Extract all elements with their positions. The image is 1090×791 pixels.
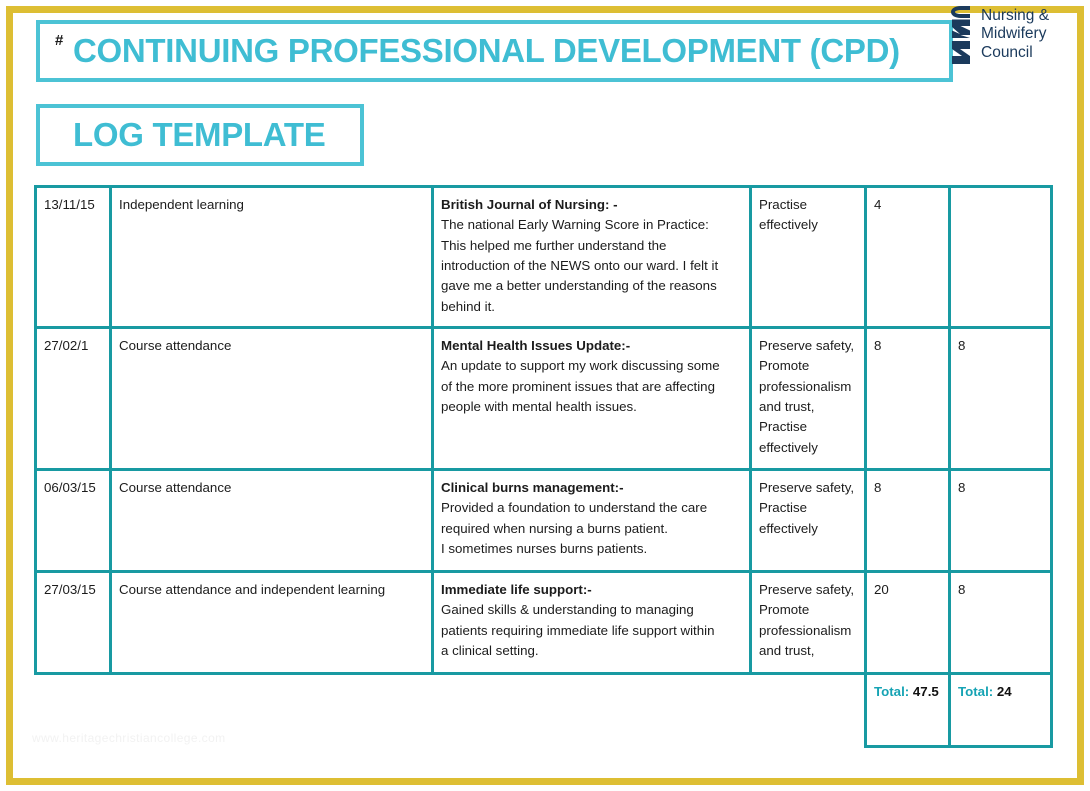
description-line: patients requiring immediate life suppor… [441, 622, 715, 638]
description-line: Gained skills & understanding to managin… [441, 602, 694, 618]
cell-hours[interactable]: 4 [864, 185, 951, 329]
cell-description[interactable]: British Journal of Nursing: - The nation… [431, 185, 752, 329]
description-line: behind it. [441, 298, 495, 314]
description-title: British Journal of Nursing: - [441, 197, 618, 212]
cell-type[interactable]: Independent learning [109, 185, 434, 329]
cell-type[interactable]: Course attendance and independent learni… [109, 570, 434, 675]
cell-type[interactable]: Course attendance [109, 468, 434, 573]
cell-participatory-hours[interactable]: 8 [948, 326, 1053, 471]
cell-hours[interactable]: 8 [864, 468, 951, 573]
cell-description[interactable]: Immediate life support:- Gained skills &… [431, 570, 752, 675]
site-watermark: www.heritagechristiancollege.com [32, 731, 226, 745]
totals-spacer-code [751, 674, 866, 747]
cell-description[interactable]: Mental Health Issues Update:- An update … [431, 326, 752, 471]
total-participatory-value: 24 [996, 684, 1012, 699]
table-row[interactable]: 27/02/1 Course attendance Mental Health … [34, 326, 1053, 471]
total-participatory-cell[interactable]: Total: 24 [948, 672, 1053, 748]
nmc-monogram-icon [948, 6, 974, 68]
cell-date[interactable]: 06/03/15 [34, 468, 112, 573]
description-line: An update to support my work discussing … [441, 358, 720, 374]
description-line: required when nursing a burns patient. [441, 520, 668, 536]
nmc-logo-wordmark: Nursing & Midwifery Council [981, 6, 1049, 62]
description-title: Immediate life support:- [441, 582, 592, 597]
total-participatory-label: Total: [958, 684, 994, 699]
cell-code[interactable]: Preserve safety, Practise effectively [749, 468, 867, 573]
description-line: The national Early Warning Score in Prac… [441, 217, 709, 233]
cell-code[interactable]: Practise effectively [749, 185, 867, 329]
description-line: a clinical setting. [441, 643, 539, 659]
title-box-primary: # CONTINUING PROFESSIONAL DEVELOPMENT (C… [36, 20, 953, 82]
description-line: people with mental health issues. [441, 399, 637, 415]
description-line: Provided a foundation to understand the … [441, 500, 708, 516]
hash-marker: # [55, 32, 64, 49]
table-row[interactable]: 13/11/15 Independent learning British Jo… [34, 185, 1053, 329]
cell-date[interactable]: 27/02/1 [34, 326, 112, 471]
description-title: Clinical burns management:- [441, 480, 624, 495]
page-title-line-1: CONTINUING PROFESSIONAL DEVELOPMENT (CPD… [73, 32, 900, 69]
cpd-log-table: 13/11/15 Independent learning British Jo… [34, 185, 1053, 748]
description-line: This helped me further understand the [441, 237, 667, 253]
title-box-secondary: LOG TEMPLATE [36, 104, 364, 166]
description-title: Mental Health Issues Update:- [441, 338, 631, 353]
cell-type[interactable]: Course attendance [109, 326, 434, 471]
table-row[interactable]: 27/03/15 Course attendance and independe… [34, 570, 1053, 675]
cell-participatory-hours[interactable]: 8 [948, 468, 1053, 573]
description-line: gave me a better understanding of the re… [441, 278, 717, 294]
total-hours-value: 47.5 [912, 684, 939, 699]
cell-code[interactable]: Preserve safety, Promote professionalism… [749, 570, 867, 675]
cpd-log-page: # CONTINUING PROFESSIONAL DEVELOPMENT (C… [0, 0, 1090, 791]
page-title-line-2: LOG TEMPLATE [73, 116, 326, 153]
description-line: of the more prominent issues that are af… [441, 378, 715, 394]
document-header: # CONTINUING PROFESSIONAL DEVELOPMENT (C… [36, 20, 1044, 170]
total-hours-label: Total: [874, 684, 910, 699]
total-hours-cell[interactable]: Total: 47.5 [864, 672, 951, 748]
cell-hours[interactable]: 8 [864, 326, 951, 471]
description-line: I sometimes nurses burns patients. [441, 541, 648, 557]
nmc-logo: Nursing & Midwifery Council [948, 6, 1072, 74]
nmc-line-3: Council [981, 43, 1033, 61]
cell-date[interactable]: 27/03/15 [34, 570, 112, 675]
nmc-line-2: Midwifery [981, 25, 1047, 43]
table-row[interactable]: 06/03/15 Course attendance Clinical burn… [34, 468, 1053, 573]
description-line: introduction of the NEWS onto our ward. … [441, 258, 719, 274]
cell-participatory-hours[interactable]: 8 [948, 570, 1053, 675]
cell-description[interactable]: Clinical burns management:- Provided a f… [431, 468, 752, 573]
nmc-line-1: Nursing & [981, 7, 1050, 24]
cell-participatory-hours[interactable] [948, 185, 1053, 329]
totals-spacer-description [433, 674, 751, 747]
cell-code[interactable]: Preserve safety, Promote professionalism… [749, 326, 867, 471]
cell-date[interactable]: 13/11/15 [34, 185, 112, 329]
cell-hours[interactable]: 20 [864, 570, 951, 675]
